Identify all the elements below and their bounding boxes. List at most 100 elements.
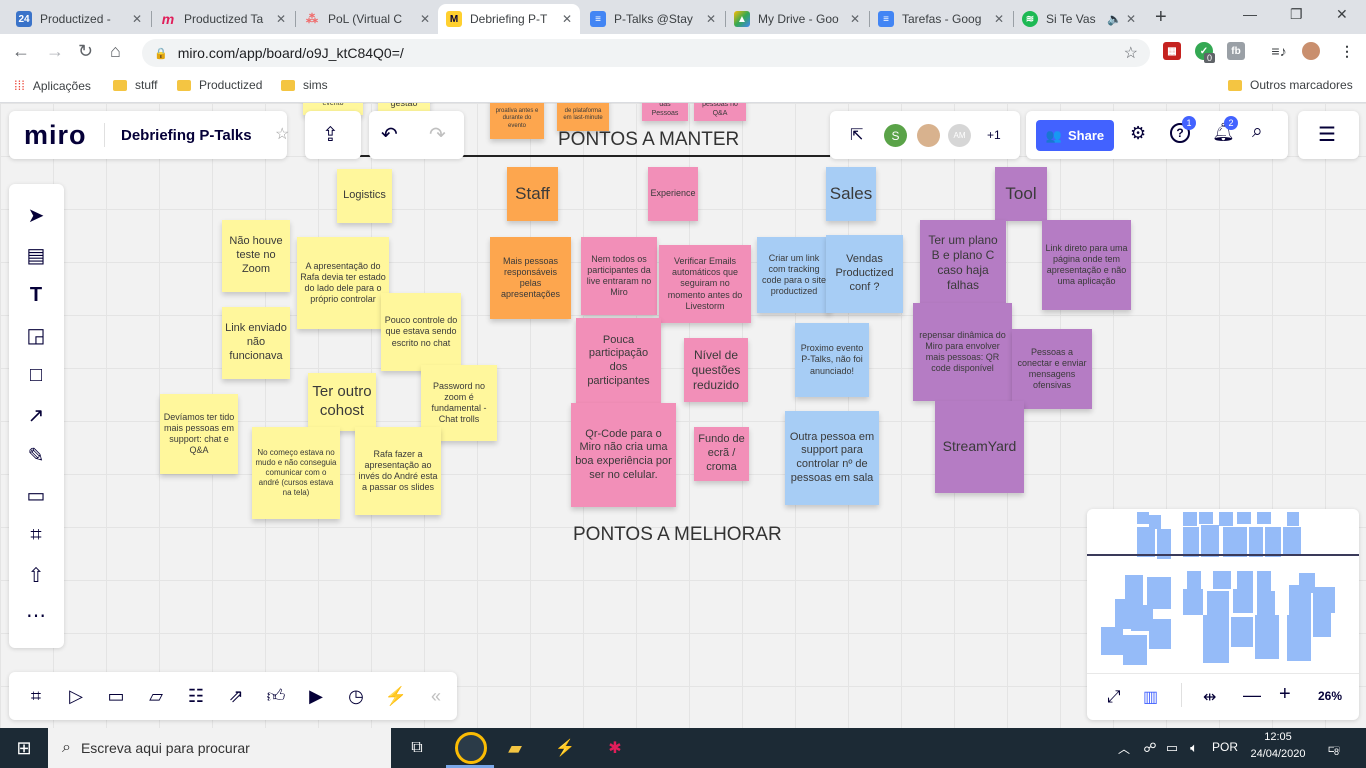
sticky-note[interactable]: Outra pessoa em support para controlar n… xyxy=(785,411,879,505)
sticky-note[interactable]: Rafa fazer a apresentação ao invés do An… xyxy=(355,427,441,515)
extension-fb-icon[interactable]: fb xyxy=(1227,42,1245,60)
sticky-note[interactable]: Não houve teste no Zoom xyxy=(222,220,290,292)
zoom-in-icon[interactable]: + xyxy=(1279,683,1291,706)
pen-tool-icon[interactable]: ✎ xyxy=(23,442,49,468)
sticky-note[interactable]: Ter um plano B e plano C caso haja falha… xyxy=(920,220,1006,306)
board-title[interactable]: Debriefing P-Talks xyxy=(121,127,252,144)
map-icon[interactable]: ▥ xyxy=(1143,687,1158,707)
sticky-note[interactable]: pessoas no Q&A xyxy=(694,103,746,121)
profile-avatar[interactable] xyxy=(1302,42,1320,60)
bookmark-star-icon[interactable]: ☆ xyxy=(1124,43,1138,63)
fit-to-screen-icon[interactable]: ⤢ xyxy=(1107,687,1121,707)
minimize-window-button[interactable]: — xyxy=(1243,6,1257,22)
export-upload-icon[interactable]: ⇪ xyxy=(322,122,339,147)
sticky-note-category-sales[interactable]: Sales xyxy=(826,167,876,221)
close-tab-icon[interactable]: ✕ xyxy=(562,12,572,26)
sticky-note[interactable]: Criar um link com tracking code para o s… xyxy=(757,237,831,313)
tab-productized-tasks[interactable]: m Productized Ta ✕ xyxy=(152,4,294,34)
bookmark-apps[interactable]: ⁞⁞⁞ Aplicações xyxy=(14,78,91,93)
sticky-note[interactable]: StreamYard xyxy=(935,401,1024,493)
sticky-note[interactable]: No começo estava no mudo e não conseguia… xyxy=(252,427,340,519)
new-tab-button[interactable]: + xyxy=(1155,6,1167,29)
activity-bolt-icon[interactable]: ⚡ xyxy=(384,684,408,708)
frames-icon[interactable]: ⌗ xyxy=(24,684,48,708)
more-tools-icon[interactable]: ⋯ xyxy=(23,602,49,628)
home-button[interactable]: ⌂ xyxy=(110,41,121,62)
close-window-button[interactable]: ✕ xyxy=(1336,6,1348,23)
sticky-note[interactable]: Proximo evento P-Talks, não foi anunciad… xyxy=(795,323,869,397)
redo-icon[interactable]: ↷ xyxy=(429,122,446,147)
select-cursor-icon[interactable]: ➤ xyxy=(23,202,49,228)
back-button[interactable]: ← xyxy=(12,41,30,62)
connection-line-icon[interactable]: ↗ xyxy=(23,402,49,428)
sticky-note[interactable]: Pouca participação dos participantes xyxy=(576,318,661,404)
bookmark-folder-productized[interactable]: Productized xyxy=(177,78,262,92)
collaborator-avatar[interactable]: AM xyxy=(948,124,971,147)
tab-spotify[interactable]: ≋ Si Te Vas 🔈 ✕ xyxy=(1014,4,1144,34)
tab-tarefas[interactable]: ≡ Tarefas - Goog ✕ xyxy=(870,4,1012,34)
close-tab-icon[interactable]: ✕ xyxy=(1126,12,1136,26)
sticky-note[interactable]: das Pessoas xyxy=(642,103,688,121)
sticky-note[interactable]: proativa antes e durante do evento xyxy=(490,103,544,139)
input-language[interactable]: POR xyxy=(1212,740,1238,754)
bookmark-folder-other[interactable]: Outros marcadores xyxy=(1228,78,1353,92)
battery-icon[interactable]: ▭ xyxy=(1160,736,1184,760)
more-collaborators-count[interactable]: +1 xyxy=(987,128,1001,142)
restore-window-button[interactable]: ❐ xyxy=(1290,6,1303,23)
voting-thumb-icon[interactable]: 👍︎ xyxy=(264,684,288,708)
cards-icon[interactable]: ☷ xyxy=(184,684,208,708)
sticky-note-category-tool[interactable]: Tool xyxy=(995,167,1047,221)
shape-tool-icon[interactable]: □ xyxy=(23,362,49,388)
share-screen-icon[interactable]: ⇗ xyxy=(224,684,248,708)
file-explorer-icon[interactable]: ▰ xyxy=(503,736,527,760)
sticky-note[interactable]: Pessoas a conectar e enviar mensagens of… xyxy=(1012,329,1092,409)
undo-icon[interactable]: ↶ xyxy=(381,122,398,147)
collapse-toolbar-icon[interactable]: « xyxy=(424,684,448,708)
volume-icon[interactable]: 🔈︎ xyxy=(1182,736,1206,760)
miro-board-canvas[interactable]: PONTOS A MANTER PONTOS A MELHORAR evento… xyxy=(0,103,1366,728)
network-icon[interactable]: ☍ xyxy=(1138,736,1162,760)
settings-sliders-icon[interactable]: ⚙ xyxy=(1130,123,1146,144)
slack-icon[interactable]: ✱ xyxy=(603,736,627,760)
sticky-note[interactable]: Verificar Emails automáticos que seguira… xyxy=(659,245,751,323)
sticky-note[interactable]: Link enviado não funcionava xyxy=(222,307,290,379)
sticky-note[interactable]: Qr-Code para o Miro não cria uma boa exp… xyxy=(571,403,676,507)
sticky-note[interactable]: Vendas Productized conf ? xyxy=(826,235,903,313)
star-board-icon[interactable]: ☆ xyxy=(275,124,289,144)
task-view-icon[interactable]: ⧉ xyxy=(405,736,429,760)
close-tab-icon[interactable]: ✕ xyxy=(994,12,1004,26)
chrome-taskbar-icon[interactable] xyxy=(455,732,487,764)
board-menu-icon[interactable]: ☰ xyxy=(1318,122,1336,147)
comments-icon[interactable]: ▭ xyxy=(104,684,128,708)
sticky-note[interactable]: Pouco controle do que estava sendo escri… xyxy=(381,293,461,371)
sticky-note[interactable]: Devíamos ter tido mais pessoas em suppor… xyxy=(160,394,238,474)
miro-logo[interactable]: miro xyxy=(24,120,87,151)
bookmark-folder-sims[interactable]: sims xyxy=(281,78,328,92)
search-icon[interactable]: ⌕ xyxy=(1252,121,1263,143)
sticky-note-category-logistics[interactable]: Logistics xyxy=(337,169,392,223)
browser-menu-icon[interactable]: ⋮ xyxy=(1338,42,1356,60)
zoom-out-icon[interactable]: — xyxy=(1243,685,1261,706)
video-call-icon[interactable]: ▶ xyxy=(304,684,328,708)
sticky-note[interactable]: repensar dinâmica do Miro para envolver … xyxy=(913,303,1012,401)
show-hidden-icons-chevron[interactable]: ︿ xyxy=(1112,736,1136,760)
tab-ptalks-doc[interactable]: ≡ P-Talks @Stay ✕ xyxy=(582,4,724,34)
frame-tool-icon[interactable]: ⌗ xyxy=(23,522,49,548)
share-button[interactable]: 👥 Share xyxy=(1036,120,1114,151)
clock-time[interactable]: 12:05 xyxy=(1248,731,1308,743)
close-tab-icon[interactable]: ✕ xyxy=(706,12,716,26)
sticky-note[interactable]: Mais pessoas responsáveis pelas apresent… xyxy=(490,237,571,319)
collaborator-avatar[interactable] xyxy=(917,124,940,147)
sticky-note-icon[interactable]: ◲ xyxy=(23,322,49,348)
taskbar-search-box[interactable]: ⌕ Escreva aqui para procurar xyxy=(48,728,391,768)
tab-my-drive[interactable]: ▲ My Drive - Goo ✕ xyxy=(726,4,868,34)
sticky-note[interactable]: A apresentação do Rafa devia ter estado … xyxy=(297,237,389,329)
sticky-note[interactable]: Ter outro cohost xyxy=(308,373,376,431)
close-tab-icon[interactable]: ✕ xyxy=(276,12,286,26)
collaborator-avatar[interactable]: S xyxy=(884,124,907,147)
close-tab-icon[interactable]: ✕ xyxy=(850,12,860,26)
forward-button[interactable]: → xyxy=(46,41,64,62)
text-tool-icon[interactable]: T xyxy=(23,282,49,308)
timer-icon[interactable]: ◷ xyxy=(344,684,368,708)
sticky-note[interactable]: Link direto para uma página onde tem apr… xyxy=(1042,220,1131,310)
